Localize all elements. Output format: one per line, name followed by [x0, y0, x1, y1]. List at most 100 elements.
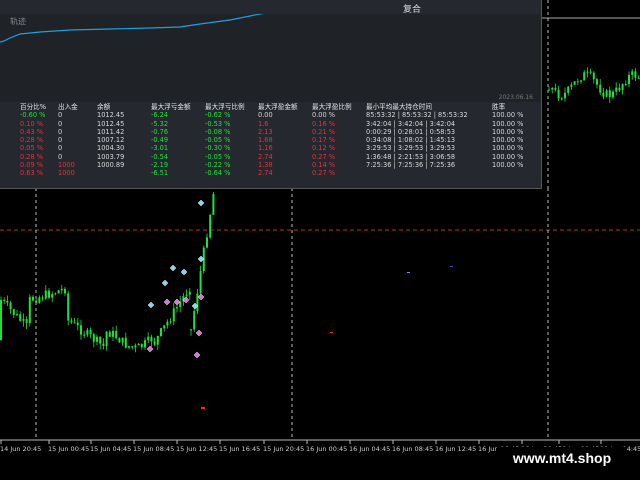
candle-body [176, 307, 178, 309]
candle-body [634, 71, 637, 78]
table-row: 0.63 % 1000 -6.51 -0.64 % 2.74 0.27 % [0, 169, 541, 177]
candle-body [51, 293, 54, 298]
candle-body [147, 336, 150, 341]
candle-body [156, 336, 159, 345]
column-header: 最大浮亏金额 [151, 103, 191, 111]
candle-body [573, 81, 576, 85]
candle-body [105, 331, 108, 347]
candle-body [28, 296, 31, 324]
table-cell: 1012.45 [97, 111, 125, 120]
table-cell: 0.12 % [312, 144, 336, 153]
table-row: 0.28 % 0 1007.12 -0.49 -0.05 % 1.68 0.17 % 0:34… [0, 136, 541, 144]
candle-body [602, 92, 605, 97]
candle-body [557, 89, 560, 99]
axis-tick-label: 15 Jun 12:45 [176, 445, 217, 453]
candle-body [60, 288, 63, 291]
table-cell: 0 [58, 111, 63, 120]
watermark: www.mt4.shop [497, 447, 627, 469]
candle-body [112, 330, 114, 337]
table-cell: 100.00 % [492, 152, 524, 161]
candle-body [199, 271, 202, 294]
table-cell: 0.27 % [312, 169, 336, 178]
table-cell: 1.6 [258, 119, 269, 128]
candle-body [128, 346, 130, 348]
table-cell: 1000.89 [97, 161, 125, 170]
table-cell: -0.22 % [205, 161, 231, 170]
candle-body [188, 291, 191, 295]
table-cell: 1012.45 [97, 119, 125, 128]
table-cell: -0.60 % [20, 111, 46, 120]
axis-tick-label: 15 Jun 08:45 [133, 445, 174, 453]
table-cell: 3:42:04 | 3:42:04 | 3:42:04 [366, 119, 456, 128]
axis-tick-label: 16 Jun 00:45 [306, 445, 347, 453]
candle-body [16, 314, 18, 316]
column-header: 最小平均最大持仓时间 [366, 103, 432, 111]
candle-body [212, 193, 215, 215]
table-cell: 0.14 % [312, 161, 336, 170]
candle-body [596, 79, 598, 85]
candle-body [22, 319, 25, 321]
table-header: 百分比% 出入金 余额 最大浮亏金额 最大浮亏比例 最大浮盈金额 最大浮盈比例 最小平均最大持… [0, 103, 541, 111]
axis-tick-label: 14 Jun 20:45 [0, 445, 41, 453]
candle-body [44, 290, 47, 299]
candle-body [153, 341, 156, 345]
candle-body [76, 322, 79, 326]
table-cell: 0.10 % [20, 119, 44, 128]
table-cell: 0.27 % [312, 152, 336, 161]
buy-trade-marker [147, 301, 155, 309]
candle-body [86, 329, 89, 335]
candle-body [0, 299, 2, 340]
buy-trade-marker [197, 199, 205, 207]
table-cell: 100.00 % [492, 111, 524, 120]
candle-body [118, 338, 121, 343]
table-row: -0.60 % 0 1012.45 -6.24 -0.62 % 0.00 0.00 % 85:… [0, 111, 541, 119]
column-header: 胜率 [492, 103, 506, 111]
column-header: 最大浮亏比例 [205, 103, 245, 111]
candle-body [35, 300, 38, 303]
table-cell: 1.38 [258, 161, 273, 170]
candle-body [83, 334, 86, 336]
candle-body [38, 297, 41, 303]
table-cell: 1.68 [258, 136, 273, 145]
column-header: 最大浮盈金额 [258, 103, 298, 111]
candle-body [608, 90, 611, 98]
candle-body [615, 87, 618, 92]
table-cell: -6.24 [151, 111, 169, 120]
table-cell: 100.00 % [492, 144, 524, 153]
axis-tick-label: 16 Jun 04:45 [349, 445, 390, 453]
candle-body [99, 336, 102, 344]
candle-body [32, 296, 34, 301]
table-cell: -0.64 % [205, 169, 231, 178]
column-header: 最大浮盈比例 [312, 103, 352, 111]
candle-body [589, 71, 592, 73]
buy-trade-marker [169, 264, 177, 272]
buy-trade-marker [161, 279, 169, 287]
table-cell: 0:00:29 | 0:28:01 | 0:58:53 [366, 127, 456, 136]
table-cell: 100.00 % [492, 127, 524, 136]
table-cell: -3.01 [151, 144, 169, 153]
candle-body [576, 81, 579, 83]
table-cell: -5.32 [151, 119, 169, 128]
table-cell: 0.28 % [20, 136, 44, 145]
table-row: 0.05 % 0 1004.30 -3.01 -0.30 % 1.16 0.12 % 3:29… [0, 144, 541, 152]
candle-body [570, 84, 573, 87]
candle-body [131, 346, 134, 348]
candle-body [583, 72, 586, 81]
candle-body [102, 343, 105, 347]
candle-body [605, 90, 608, 97]
table-cell: 2.13 [258, 127, 273, 136]
candle-body [172, 308, 175, 322]
candle-body [134, 345, 137, 348]
candle-body [196, 293, 199, 312]
table-cell: 2.74 [258, 169, 273, 178]
candle-body [160, 328, 162, 337]
table-row: 0.10 % 0 1012.45 -5.32 -0.53 % 1.6 0.16 % 3:42:… [0, 120, 541, 128]
table-cell: 1011.42 [97, 127, 125, 136]
table-cell: 1004.30 [97, 144, 125, 153]
table-row: 0.43 % 0 1011.42 -0.76 -0.08 % 2.13 0.21 % 0:00… [0, 128, 541, 136]
table-cell: 100.00 % [492, 119, 524, 128]
statistics-panel: 轨迹 2023.06.16 复合 百分比% 出入金 余额 最大浮亏金额 最大浮亏比例 最大… [0, 0, 542, 189]
column-header: 余额 [97, 103, 111, 111]
candle-body [124, 337, 127, 348]
table-row: 0.09 % 1000 1000.89 -2.19 -0.22 % 1.38 0.14 % 7… [0, 161, 541, 169]
